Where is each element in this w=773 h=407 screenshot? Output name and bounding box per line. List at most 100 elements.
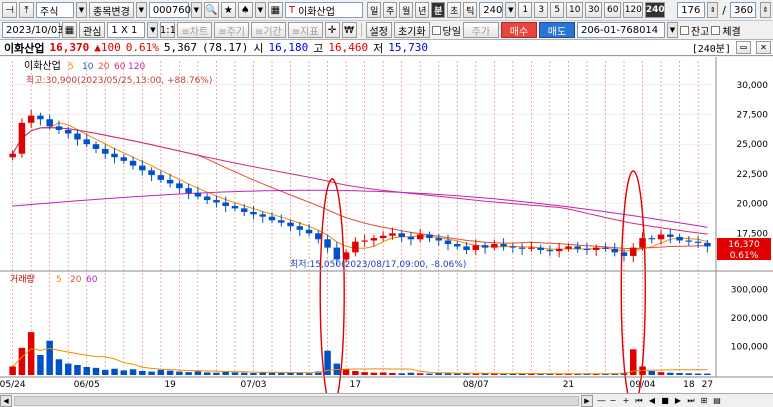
volume-bar [240, 372, 248, 375]
indicator-button[interactable]: ≡지표 [287, 22, 323, 38]
tf-240[interactable]: 240 [645, 2, 666, 18]
tf-1[interactable]: 1 [518, 2, 533, 18]
scroll-bar[interactable]: ◀ ▶ — − + ⏮ ◀ ■ ▶ ⏭ ⊞ ▤ [0, 393, 773, 407]
grid-icon[interactable]: ▦ [267, 2, 283, 18]
split-icon[interactable]: 1:1 [160, 22, 176, 38]
chart-canvas[interactable]: 30,000 27,500 25,000 22,500 20,000 17,500 300,… [0, 57, 773, 393]
candle-body [231, 206, 239, 209]
watch-button[interactable]: 관심 [79, 22, 106, 38]
reset-button[interactable]: 초기화 [393, 22, 430, 38]
x-tick-label: 06/05 [74, 380, 100, 390]
more-dropdown-icon[interactable]: ▼ [254, 2, 266, 18]
buy-button[interactable]: 매수 [500, 22, 537, 38]
next-icon[interactable]: ▶ [672, 395, 684, 407]
stop-icon[interactable]: ■ [659, 395, 671, 407]
volume-bar [222, 371, 229, 375]
fill-checkbox[interactable]: 체결 [711, 23, 741, 38]
tf-5[interactable]: 5 [550, 2, 565, 18]
candle-body [185, 188, 192, 193]
volume-bar [685, 373, 693, 375]
period-tag: [240분] [691, 44, 731, 55]
current-pct-label: 0.61% [730, 251, 759, 261]
code-dropdown-icon[interactable]: ▼ [190, 2, 202, 18]
prev-icon[interactable]: ◀ [646, 395, 658, 407]
scroll-left-icon[interactable]: ◀ [0, 394, 12, 407]
count-input[interactable]: 176 [677, 2, 706, 18]
change-item-button[interactable]: 종목변경 [89, 2, 134, 18]
account-dropdown-icon[interactable]: ▼ [666, 22, 678, 38]
period-tick[interactable]: 틱 [463, 2, 478, 18]
candle-body [389, 233, 396, 236]
chart-area[interactable]: 30,000 27,500 25,000 22,500 20,000 17,500 300,… [0, 57, 773, 393]
balance-checkbox[interactable]: 잔고 [679, 23, 709, 38]
date-input[interactable]: 2023/10/03 [2, 22, 64, 38]
volume-bar [268, 372, 276, 375]
market-select[interactable]: 주식 [36, 2, 74, 18]
last-icon[interactable]: ⏭ [685, 395, 697, 407]
first-icon[interactable]: ⏮ [633, 395, 645, 407]
period-month[interactable]: 월 [399, 2, 414, 18]
scroll-track[interactable] [14, 395, 579, 406]
volume-bar [426, 373, 433, 375]
search-icon[interactable]: 🔍 [203, 2, 219, 18]
volume-bar [166, 370, 174, 375]
candle-body [648, 238, 656, 240]
candle-body [111, 153, 118, 158]
candle-body [435, 238, 442, 241]
table-icon[interactable]: ▤ [711, 395, 723, 407]
period-week[interactable]: 주 [383, 2, 398, 18]
count-spinner-icon[interactable]: ⇕ [707, 2, 719, 18]
candle-body [518, 247, 526, 249]
tf-10[interactable]: 10 [566, 2, 584, 18]
candle-body [444, 240, 452, 245]
candle-body [27, 115, 35, 123]
volume-bar [398, 373, 405, 375]
price-button[interactable]: 주가 [462, 22, 499, 38]
top-icon[interactable]: ⤒ [19, 2, 34, 18]
ratio-dropdown-icon[interactable]: ▼ [147, 22, 159, 38]
settings-button[interactable]: 설정 [365, 22, 392, 38]
total-spinner-icon[interactable]: ⇕ [760, 2, 771, 18]
change-item-dropdown-icon[interactable]: ▼ [135, 2, 147, 18]
pin-icon[interactable]: ⊣ [2, 2, 17, 18]
market-dropdown-icon[interactable]: ▼ [76, 2, 87, 18]
candle-body [74, 133, 81, 140]
draw-icon[interactable]: ₩ [341, 22, 357, 38]
ma60-label: 60 [114, 62, 126, 72]
period-value-input[interactable]: 240 [479, 2, 504, 18]
crosshair-icon[interactable]: ✛ [324, 22, 340, 38]
period-dropdown-icon[interactable]: ▼ [505, 2, 517, 18]
tf-120[interactable]: 120 [623, 2, 644, 18]
volume-bar [37, 355, 44, 375]
tf-30[interactable]: 30 [585, 2, 603, 18]
close-icon[interactable]: ✕ [756, 41, 771, 54]
candle-body [139, 165, 146, 171]
period-button[interactable]: ≡주기 [214, 22, 249, 38]
period-day[interactable]: 일 [367, 2, 382, 18]
tf-3[interactable]: 3 [534, 2, 549, 18]
period-second[interactable]: 초 [447, 2, 462, 18]
chart-button[interactable]: ≡차트 [177, 22, 213, 38]
code-input[interactable]: 000760 [148, 2, 191, 18]
period-minute[interactable]: 분 [431, 2, 446, 18]
quote-pct: 0.61% [125, 41, 159, 54]
zoom-out-icon[interactable]: − [607, 395, 619, 407]
same-day-checkbox[interactable]: 당일 [431, 23, 461, 38]
export-icon[interactable]: ⊞ [698, 395, 710, 407]
tf-60[interactable]: 60 [604, 2, 622, 18]
quote-open-label: 시 [253, 41, 264, 55]
ratio-select[interactable]: 1 X 1 [107, 22, 146, 38]
scroll-right-icon[interactable]: ▶ [581, 394, 593, 407]
account-select[interactable]: 206-01-768014 [576, 22, 665, 38]
sell-button[interactable]: 매도 [538, 22, 575, 38]
range-button[interactable]: ≡기간 [250, 22, 286, 38]
bell-icon[interactable]: ♠ [237, 2, 253, 18]
period-year[interactable]: 년 [415, 2, 430, 18]
zoom-in-icon[interactable]: + [620, 395, 632, 407]
calendar-icon[interactable]: ▦ [62, 22, 77, 38]
minimize-icon[interactable]: ▭ [736, 41, 751, 54]
candle-body [630, 247, 637, 256]
favorite-icon[interactable]: ★ [220, 2, 236, 18]
volume-bar [518, 373, 526, 375]
candle-body [611, 248, 618, 253]
